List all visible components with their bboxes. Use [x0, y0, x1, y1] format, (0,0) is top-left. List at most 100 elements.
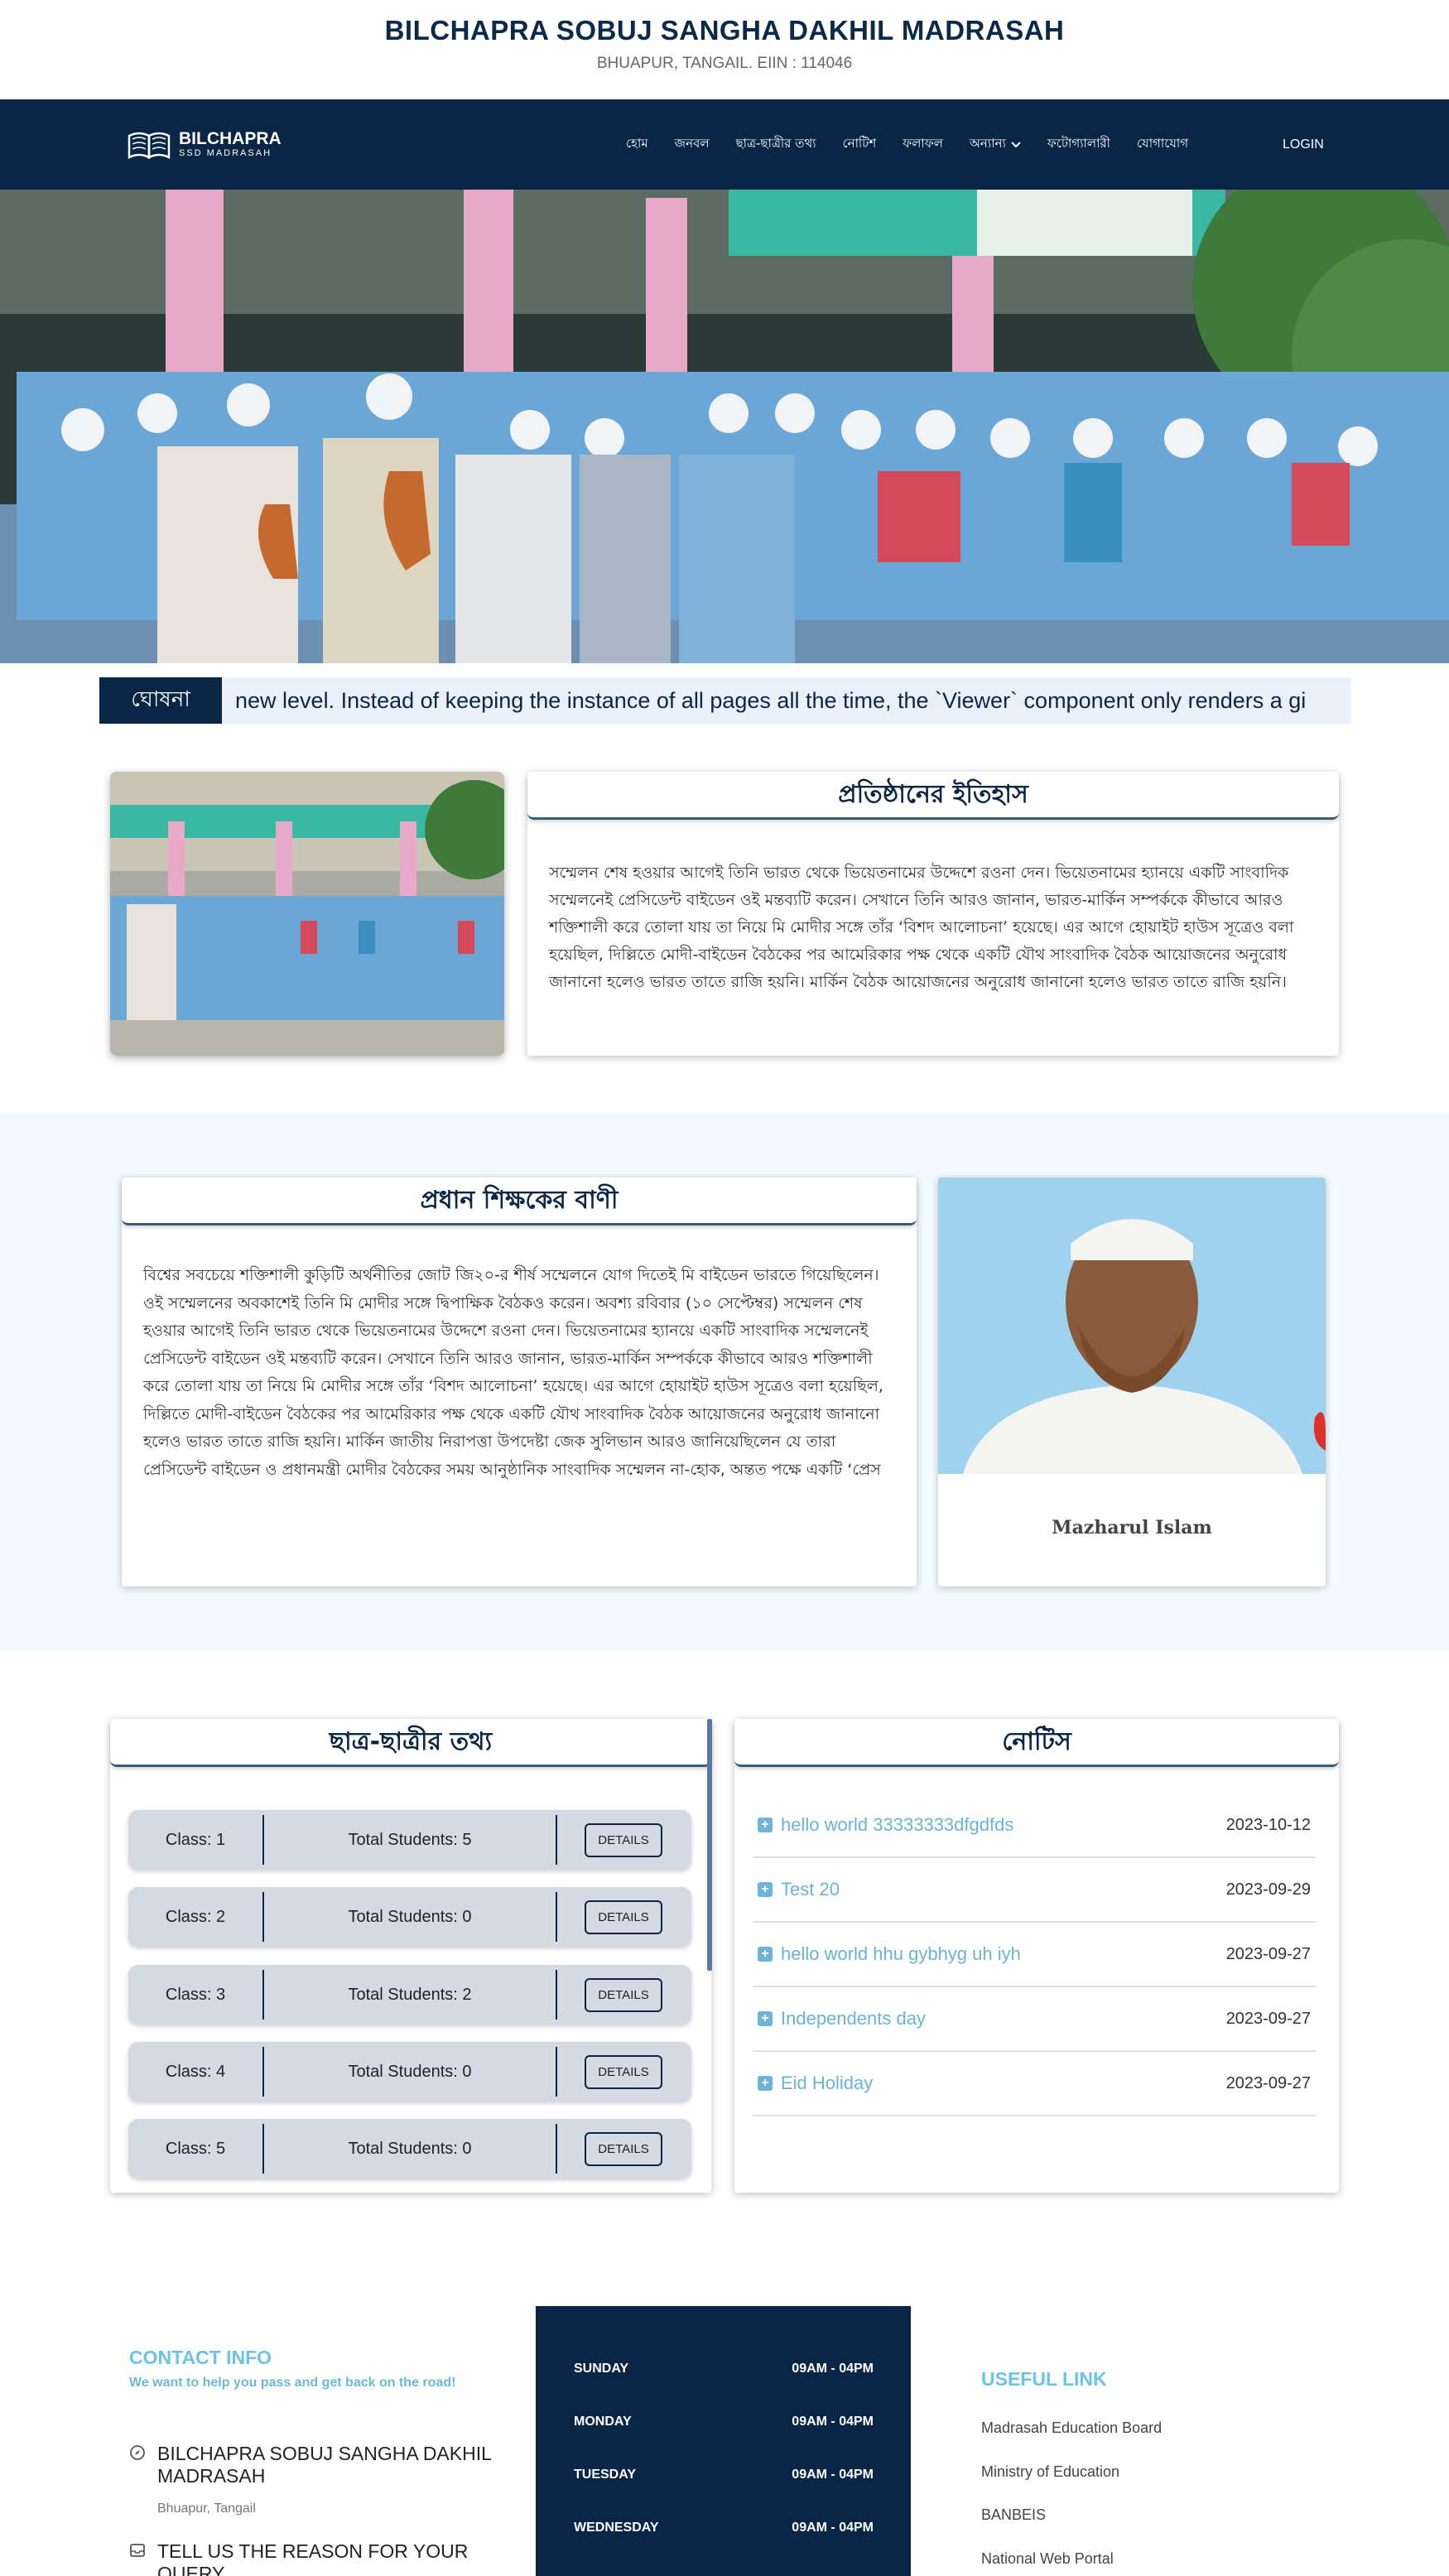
- nav-item-student-info[interactable]: ছাত্র-ছাত্রীর তথ্য: [723, 134, 830, 155]
- principal-portrait: [938, 1177, 1326, 1474]
- total-students: Total Students: 0: [264, 2124, 557, 2174]
- notice-item[interactable]: + hello world 33333333dfgdfds 2023-10-12: [753, 1794, 1316, 1858]
- compass-icon: [130, 2445, 145, 2460]
- plus-icon: +: [758, 1882, 773, 1897]
- hero-photo: [0, 190, 1449, 663]
- details-button[interactable]: DETAILS: [585, 1899, 662, 1934]
- notice-date: 2023-09-27: [1225, 1944, 1311, 1963]
- history-title: প্রতিষ্ঠানের ইতিহাস: [527, 772, 1339, 820]
- nav-item-result[interactable]: ফলাফল: [889, 134, 956, 155]
- logo-subtext: SSD MADRASAH: [179, 148, 272, 158]
- class-label: Class: 2: [128, 1892, 264, 1942]
- class-row: Class: 4 Total Students: 0 DETAILS: [128, 2042, 691, 2102]
- logo-text: BILCHAPRA: [179, 129, 282, 148]
- page: BILCHAPRA SOBUJ SANGHA DAKHIL MADRASAH B…: [0, 0, 1449, 2576]
- contact-title: CONTACT INFO: [129, 2347, 272, 2368]
- hours-row: MONDAY 09AM - 04PM: [574, 2415, 874, 2429]
- hours-day: SUNDAY: [574, 2362, 629, 2376]
- useful-link[interactable]: Madrasah Education Board: [981, 2420, 1162, 2437]
- details-button[interactable]: DETAILS: [585, 2131, 662, 2166]
- chevron-down-icon: [1011, 141, 1021, 147]
- nav-item-home[interactable]: হোম: [613, 134, 662, 155]
- hours-row: WEDNESDAY 09AM - 04PM: [574, 2521, 874, 2535]
- notice-title: নোটিস: [734, 1719, 1339, 1767]
- class-row: Class: 3 Total Students: 2 DETAILS: [128, 1965, 691, 2025]
- useful-link-title: USEFUL LINK: [981, 2368, 1107, 2390]
- notice-item[interactable]: + Test 20 2023-09-29: [753, 1858, 1316, 1923]
- notice-date: 2023-10-12: [1225, 1815, 1311, 1834]
- class-row: Class: 5 Total Students: 0 DETAILS: [128, 2119, 691, 2179]
- student-info-title: ছাত্র-ছাত্রীর তথ্য: [110, 1719, 711, 1767]
- logo[interactable]: BILCHAPRA SSD MADRASAH: [126, 128, 282, 161]
- opening-hours: SUNDAY 09AM - 04PM MONDAY 09AM - 04PM TU…: [536, 2306, 911, 2576]
- hours-row: TUESDAY 09AM - 04PM: [574, 2468, 874, 2482]
- class-label: Class: 1: [128, 1815, 264, 1865]
- contact-subtitle: We want to help you pass and get back on…: [129, 2376, 456, 2390]
- login-link[interactable]: LOGIN: [1283, 99, 1324, 190]
- address-place: Bhuapur, Tangail: [157, 2501, 256, 2516]
- class-row: Class: 1 Total Students: 5 DETAILS: [128, 1810, 691, 1870]
- class-label: Class: 4: [128, 2047, 264, 2097]
- hours-day: MONDAY: [574, 2415, 632, 2429]
- hours-time: 09AM - 04PM: [792, 2521, 874, 2535]
- notice-link[interactable]: hello world hhu gybhyg uh iyh: [781, 1943, 1226, 1965]
- useful-link[interactable]: Ministry of Education: [981, 2463, 1119, 2481]
- principal-photo: [938, 1177, 1326, 1474]
- notice-date: 2023-09-29: [1225, 1880, 1311, 1899]
- principal-text: বিশ্বের সবচেয়ে শক্তিশালী কুড়িটি অর্থনী…: [143, 1266, 883, 1479]
- plus-icon: +: [758, 2011, 773, 2026]
- notice-item[interactable]: + hello world hhu gybhyg uh iyh 2023-09-…: [753, 1923, 1316, 1987]
- principal-photo-card: Mazharul Islam: [938, 1177, 1326, 1587]
- nav-menu: হোম জনবল ছাত্র-ছাত্রীর তথ্য নোটিশ ফলাফল …: [613, 99, 1201, 190]
- student-info-card: ছাত্র-ছাত্রীর তথ্য Class: 1 Total Studen…: [110, 1719, 711, 2193]
- nav-item-contact[interactable]: যোগাযোগ: [1124, 134, 1201, 155]
- total-students: Total Students: 5: [264, 1815, 557, 1865]
- hours-day: TUESDAY: [574, 2468, 636, 2482]
- nav-item-others-label: অন্যান্য: [969, 136, 1006, 151]
- notice-link[interactable]: Independents day: [781, 2008, 1226, 2030]
- class-row: Class: 2 Total Students: 0 DETAILS: [128, 1887, 691, 1947]
- nav-item-gallery[interactable]: ফটোগ্যালারী: [1034, 134, 1124, 155]
- site-title: BILCHAPRA SOBUJ SANGHA DAKHIL MADRASAH: [384, 15, 1065, 46]
- nav-item-others[interactable]: অন্যান্য: [956, 134, 1034, 155]
- announcement-label: ঘোষনা: [99, 677, 222, 724]
- principal-name: Mazharul Islam: [1052, 1517, 1212, 1538]
- notice-card: নোটিস + hello world 33333333dfgdfds 2023…: [734, 1719, 1339, 2193]
- query-heading: TELL US THE REASON FOR YOUR QUERY: [157, 2540, 469, 2576]
- hero-banner-image: [0, 190, 1449, 663]
- notice-date: 2023-09-27: [1225, 2009, 1311, 2028]
- plus-icon: +: [758, 1947, 773, 1962]
- details-button[interactable]: DETAILS: [585, 1822, 662, 1857]
- useful-link[interactable]: BANBEIS: [981, 2506, 1046, 2524]
- notice-link[interactable]: hello world 33333333dfgdfds: [781, 1814, 1226, 1836]
- announcement-bar: ঘোষনা new level. Instead of keeping the …: [99, 677, 1351, 724]
- nav-item-staff[interactable]: জনবল: [662, 134, 723, 155]
- book-logo-icon: [128, 132, 171, 160]
- principal-title: প্রধান শিক্ষকের বাণী: [122, 1177, 917, 1225]
- details-button[interactable]: DETAILS: [585, 2054, 662, 2089]
- hours-day: WEDNESDAY: [574, 2521, 659, 2535]
- navbar: BILCHAPRA SSD MADRASAH হোম জনবল ছাত্র-ছা…: [0, 99, 1449, 190]
- notice-link[interactable]: Test 20: [781, 1879, 1226, 1900]
- notice-date: 2023-09-27: [1225, 2073, 1311, 2092]
- notice-item[interactable]: + Independents day 2023-09-27: [753, 1987, 1316, 2052]
- inbox-icon: [130, 2544, 145, 2557]
- hours-time: 09AM - 04PM: [792, 2362, 874, 2376]
- details-button[interactable]: DETAILS: [585, 1977, 662, 2012]
- total-students: Total Students: 2: [264, 1970, 557, 2020]
- student-list-scrollbar[interactable]: [707, 1719, 712, 1971]
- notice-link[interactable]: Eid Holiday: [781, 2073, 1226, 2094]
- history-photo: [110, 772, 504, 1056]
- nav-item-notice[interactable]: নোটিশ: [830, 134, 890, 155]
- notice-item[interactable]: + Eid Holiday 2023-09-27: [753, 2052, 1316, 2116]
- hours-time: 09AM - 04PM: [792, 2468, 874, 2482]
- plus-icon: +: [758, 2076, 773, 2091]
- useful-link[interactable]: National Web Portal: [981, 2550, 1114, 2568]
- history-card: প্রতিষ্ঠানের ইতিহাস সম্মেলন শেষ হওয়ার আ…: [527, 772, 1339, 1056]
- top-header: BILCHAPRA SOBUJ SANGHA DAKHIL MADRASAH B…: [0, 0, 1449, 99]
- site-subtitle: BHUAPUR, TANGAIL. EIIN : 114046: [596, 55, 853, 72]
- announcement-marquee: new level. Instead of keeping the instan…: [222, 677, 1351, 724]
- plus-icon: +: [758, 1818, 773, 1832]
- hours-row: SUNDAY 09AM - 04PM: [574, 2362, 874, 2376]
- total-students: Total Students: 0: [264, 1892, 557, 1942]
